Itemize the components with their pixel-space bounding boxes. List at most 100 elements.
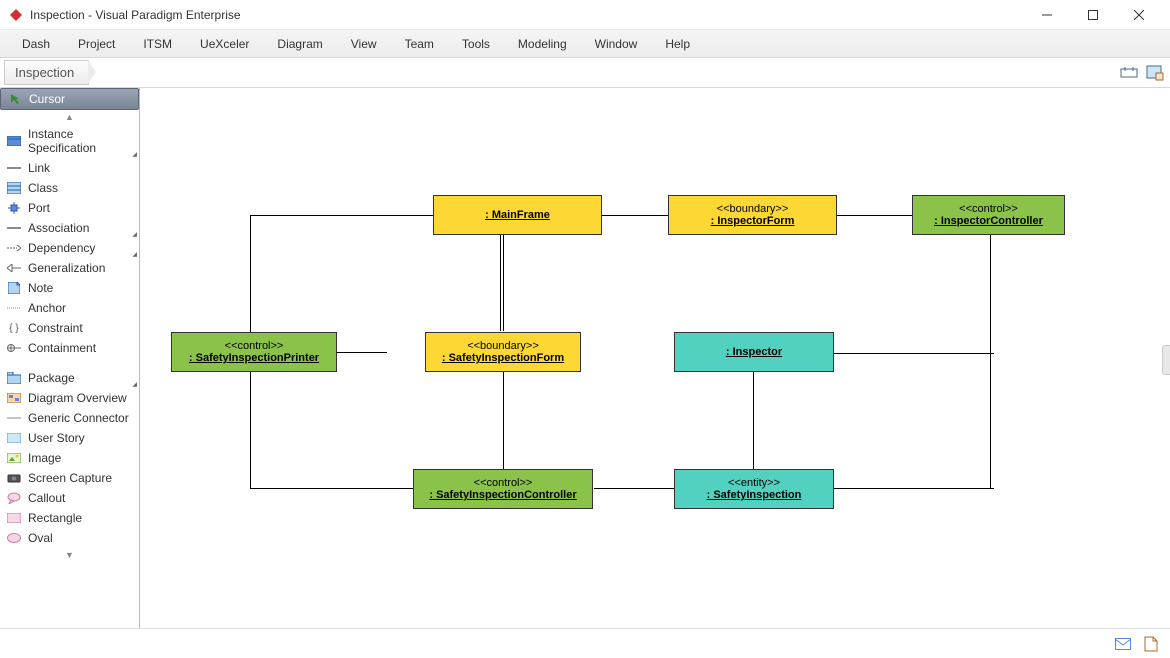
breadcrumb-current[interactable]: Inspection (4, 60, 89, 85)
menu-dash[interactable]: Dash (8, 31, 64, 57)
connector[interactable] (834, 488, 994, 489)
menu-project[interactable]: Project (64, 31, 129, 57)
node-safetyinspectioncontroller[interactable]: <<control>> : SafetyInspectionController (413, 469, 593, 509)
palette-label: User Story (28, 431, 85, 445)
connector[interactable] (602, 215, 677, 216)
connector[interactable] (337, 352, 387, 353)
palette-label: Port (28, 201, 50, 215)
palette-association[interactable]: Association (0, 218, 139, 238)
node-stereotype: <<entity>> (675, 477, 833, 489)
node-stereotype: <<control>> (414, 477, 592, 489)
palette-class[interactable]: Class (0, 178, 139, 198)
menu-view[interactable]: View (337, 31, 391, 57)
palette-anchor[interactable]: Anchor (0, 298, 139, 318)
node-inspector[interactable]: : Inspector (674, 332, 834, 372)
palette-constraint[interactable]: { } Constraint (0, 318, 139, 338)
node-label: : SafetyInspectionForm (426, 352, 580, 364)
palette-label: Instance Specification (28, 127, 133, 155)
connector[interactable] (500, 235, 501, 331)
palette-screen-capture[interactable]: Screen Capture (0, 468, 139, 488)
palette-user-story[interactable]: User Story (0, 428, 139, 448)
node-label: : SafetyInspectionController (414, 489, 592, 501)
node-safetyinspectionform[interactable]: <<boundary>> : SafetyInspectionForm (425, 332, 581, 372)
palette-callout[interactable]: Callout (0, 488, 139, 508)
generalization-icon (6, 262, 22, 274)
doc-icon[interactable] (1142, 635, 1160, 653)
connector[interactable] (250, 215, 251, 351)
menu-itsm[interactable]: ITSM (129, 31, 186, 57)
palette-collapse-1[interactable]: ▲ (0, 110, 139, 124)
maximize-button[interactable] (1070, 1, 1116, 29)
toolbar-icon-2[interactable] (1144, 62, 1166, 84)
link-icon (6, 162, 22, 174)
menu-team[interactable]: Team (391, 31, 448, 57)
palette: Cursor ▲ Instance Specification Link Cla… (0, 88, 140, 628)
workspace: Cursor ▲ Instance Specification Link Cla… (0, 88, 1170, 628)
diagram-canvas[interactable]: : MainFrame <<boundary>> : InspectorForm… (140, 88, 1170, 628)
palette-instance-specification[interactable]: Instance Specification (0, 124, 139, 158)
palette-generalization[interactable]: Generalization (0, 258, 139, 278)
palette-label: Note (28, 281, 53, 295)
palette-label: Diagram Overview (28, 391, 127, 405)
connector[interactable] (990, 235, 991, 488)
palette-image[interactable]: Image (0, 448, 139, 468)
palette-cursor[interactable]: Cursor (0, 88, 139, 110)
callout-icon (6, 492, 22, 504)
node-mainframe[interactable]: : MainFrame (433, 195, 602, 235)
port-icon (6, 202, 22, 214)
mail-icon[interactable] (1114, 635, 1132, 653)
palette-oval[interactable]: Oval (0, 528, 139, 548)
side-panel-handle[interactable] (1162, 345, 1170, 375)
node-stereotype: <<boundary>> (426, 340, 580, 352)
menu-modeling[interactable]: Modeling (504, 31, 581, 57)
dependency-icon (6, 242, 22, 254)
connector[interactable] (250, 488, 416, 489)
connector[interactable] (837, 215, 912, 216)
menu-uexceler[interactable]: UeXceler (186, 31, 263, 57)
oval-icon (6, 532, 22, 544)
palette-port[interactable]: Port (0, 198, 139, 218)
palette-label: Containment (28, 341, 96, 355)
menu-diagram[interactable]: Diagram (263, 31, 336, 57)
note-icon (6, 282, 22, 294)
palette-generic-connector[interactable]: Generic Connector (0, 408, 139, 428)
palette-label: Anchor (28, 301, 66, 315)
palette-dependency[interactable]: Dependency (0, 238, 139, 258)
connector[interactable] (834, 353, 994, 354)
palette-label: Class (28, 181, 58, 195)
node-inspectorcontroller[interactable]: <<control>> : InspectorController (912, 195, 1065, 235)
constraint-icon: { } (6, 322, 22, 334)
menu-window[interactable]: Window (581, 31, 652, 57)
node-stereotype: <<control>> (913, 203, 1064, 215)
connector[interactable] (250, 371, 251, 488)
palette-rectangle[interactable]: Rectangle (0, 508, 139, 528)
palette-package[interactable]: Package (0, 368, 139, 388)
menu-tools[interactable]: Tools (448, 31, 504, 57)
palette-label: Package (28, 371, 75, 385)
minimize-button[interactable] (1024, 1, 1070, 29)
node-label: : MainFrame (434, 209, 601, 221)
cursor-icon (7, 93, 23, 105)
menu-help[interactable]: Help (651, 31, 704, 57)
window-controls (1024, 1, 1162, 29)
node-safetyinspectionprinter[interactable]: <<control>> : SafetyInspectionPrinter (171, 332, 337, 372)
close-button[interactable] (1116, 1, 1162, 29)
palette-containment[interactable]: Containment (0, 338, 139, 358)
class-icon (6, 182, 22, 194)
palette-note[interactable]: Note (0, 278, 139, 298)
palette-expand-more[interactable]: ▼ (0, 548, 139, 562)
toolbar-icon-1[interactable] (1118, 62, 1140, 84)
image-icon (6, 452, 22, 464)
connector[interactable] (250, 215, 435, 216)
node-label: : InspectorController (913, 215, 1064, 227)
palette-diagram-overview[interactable]: Diagram Overview (0, 388, 139, 408)
menubar: Dash Project ITSM UeXceler Diagram View … (0, 30, 1170, 58)
titlebar: Inspection - Visual Paradigm Enterprise (0, 0, 1170, 30)
connector[interactable] (503, 235, 504, 331)
node-label: : SafetyInspection (675, 489, 833, 501)
instance-icon (6, 135, 22, 147)
node-inspectorform[interactable]: <<boundary>> : InspectorForm (668, 195, 837, 235)
node-safetyinspection[interactable]: <<entity>> : SafetyInspection (674, 469, 834, 509)
palette-label: Screen Capture (28, 471, 112, 485)
palette-link[interactable]: Link (0, 158, 139, 178)
